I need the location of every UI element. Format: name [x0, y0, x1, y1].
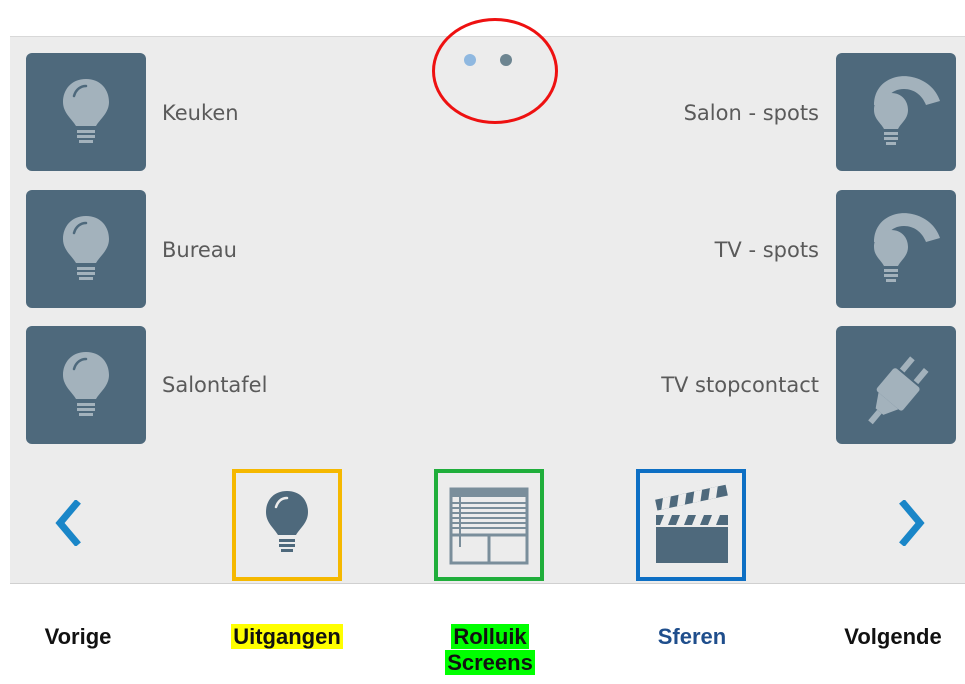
annotation-label-blinds-line2: Screens [445, 650, 535, 675]
lightbulb-icon [63, 216, 109, 280]
annotation-circle [432, 18, 558, 124]
output-label-tv-spots: TV - spots [714, 238, 819, 262]
chevron-right-icon[interactable] [898, 500, 928, 546]
category-outputs-button[interactable] [232, 469, 342, 581]
output-tile-salontafel[interactable] [26, 326, 146, 444]
output-label-bureau: Bureau [162, 238, 237, 262]
clapperboard-icon [655, 484, 728, 563]
output-tile-salon-spots[interactable] [836, 53, 956, 171]
chevron-left-icon[interactable] [52, 500, 82, 546]
annotation-label-next: Volgende [844, 624, 942, 649]
output-label-salontafel: Salontafel [162, 373, 268, 397]
window-blind-icon [449, 487, 529, 565]
output-tile-tv-spots[interactable] [836, 190, 956, 308]
output-label-keuken: Keuken [162, 101, 239, 125]
dimmable-lightbulb-icon [874, 76, 940, 145]
output-tile-tv-stopcontact[interactable] [836, 326, 956, 444]
output-tile-bureau[interactable] [26, 190, 146, 308]
annotation-label-outputs: Uitgangen [222, 624, 352, 650]
lightbulb-icon [63, 352, 109, 416]
annotation-label-blinds: Rolluik Screens [430, 624, 550, 676]
category-blinds-button[interactable] [434, 469, 544, 581]
category-scenes-button[interactable] [636, 469, 746, 581]
output-label-tv-stopcontact: TV stopcontact [661, 373, 819, 397]
dimmable-lightbulb-icon [874, 213, 940, 282]
lightbulb-icon [63, 79, 109, 143]
power-plug-icon [868, 356, 929, 425]
lightbulb-icon [266, 491, 308, 552]
output-label-salon-spots: Salon - spots [683, 101, 819, 125]
annotation-label-blinds-line1: Rolluik [451, 624, 529, 649]
annotation-label-scenes: Sferen [657, 624, 727, 649]
annotation-label-prev: Vorige [44, 624, 112, 649]
annotation-label-outputs-text: Uitgangen [231, 624, 343, 649]
output-tile-keuken[interactable] [26, 53, 146, 171]
